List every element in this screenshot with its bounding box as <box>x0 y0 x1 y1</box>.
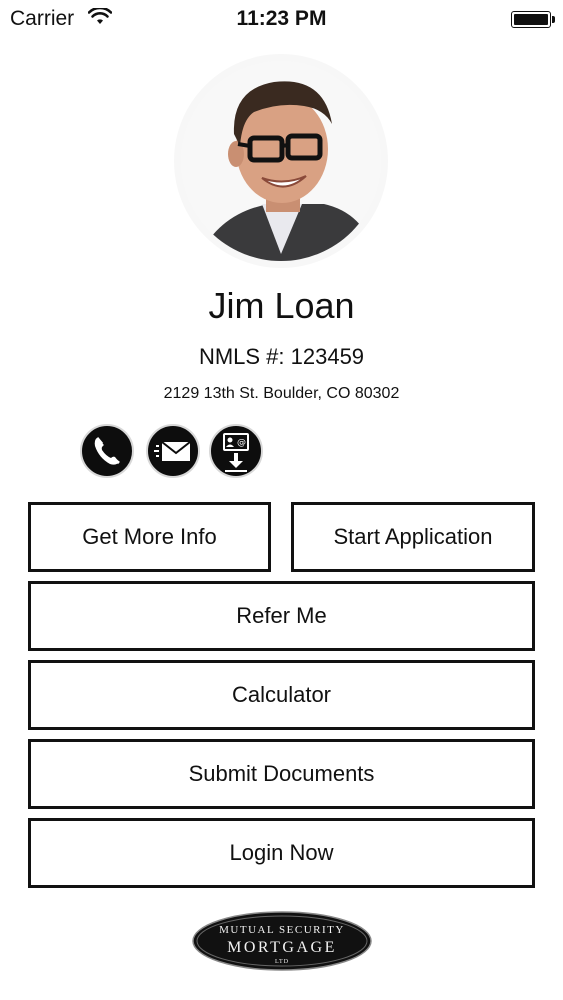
email-icon <box>154 441 191 461</box>
save-contact-button[interactable]: @ <box>209 424 263 478</box>
profile-photo <box>174 54 388 268</box>
phone-icon <box>94 437 120 465</box>
login-now-button[interactable]: Login Now <box>28 818 535 888</box>
logo-line-1: MUTUAL SECURITY <box>219 924 345 936</box>
logo-line-2: MORTGAGE <box>227 939 337 956</box>
call-button[interactable] <box>80 424 134 478</box>
clock: 11:23 PM <box>236 7 327 30</box>
submit-documents-button[interactable]: Submit Documents <box>28 739 535 809</box>
get-more-info-button[interactable]: Get More Info <box>28 502 271 572</box>
submit-documents-label: Submit Documents <box>188 761 375 786</box>
loan-officer-name: Jim Loan <box>208 285 355 326</box>
email-button[interactable] <box>146 424 200 478</box>
vcard-download-icon: @ <box>223 433 249 472</box>
company-logo: MUTUAL SECURITY MORTGAGE LTD <box>192 911 372 971</box>
svg-text:@: @ <box>237 438 246 448</box>
refer-me-button[interactable]: Refer Me <box>28 581 535 651</box>
refer-me-label: Refer Me <box>236 603 327 628</box>
battery-icon <box>511 11 555 28</box>
login-now-label: Login Now <box>229 840 334 865</box>
get-more-info-label: Get More Info <box>82 524 217 549</box>
calculator-label: Calculator <box>231 682 332 707</box>
status-bar: Carrier 11:23 PM <box>0 0 563 40</box>
nmls-number: NMLS #: 123459 <box>198 344 365 369</box>
calculator-button[interactable]: Calculator <box>28 660 535 730</box>
start-application-button[interactable]: Start Application <box>291 502 535 572</box>
office-address: 2129 13th St. Boulder, CO 80302 <box>163 385 400 402</box>
logo-line-3: LTD <box>275 959 289 965</box>
start-application-label: Start Application <box>333 524 493 549</box>
